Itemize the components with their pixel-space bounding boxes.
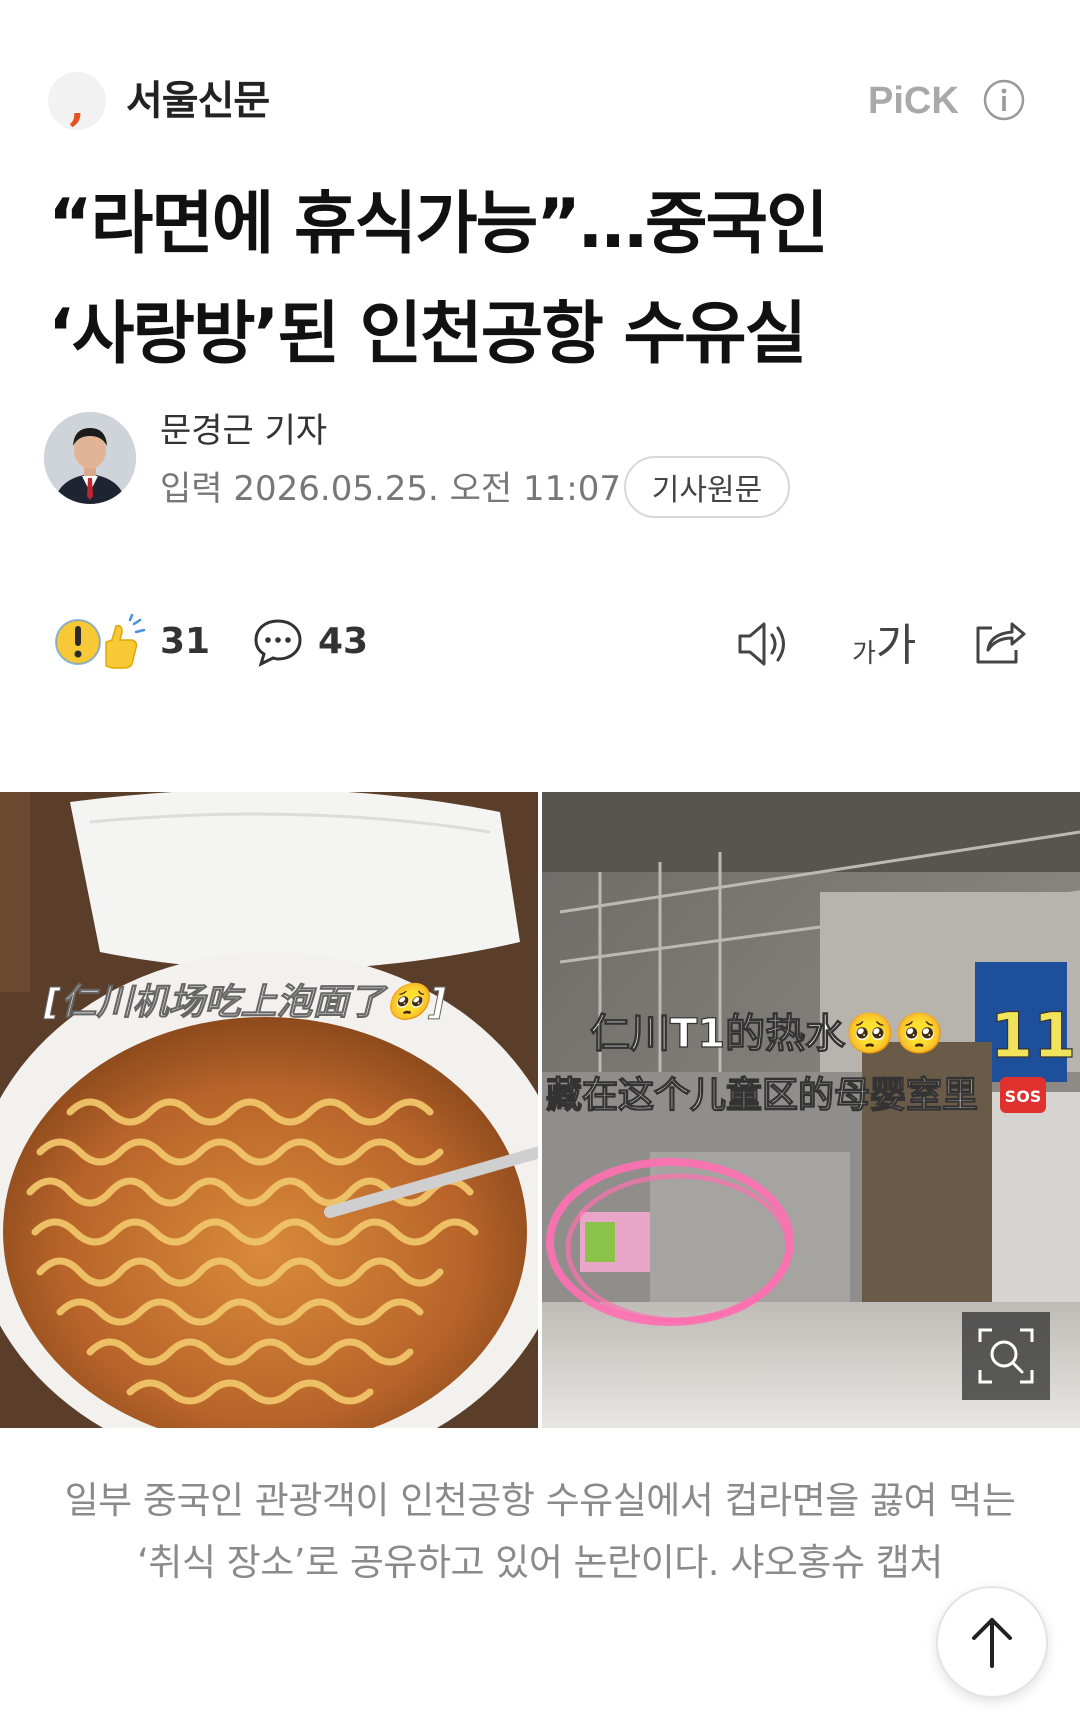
font-size-big-label: 가: [875, 620, 917, 671]
reaction-emoji-icon: [55, 614, 146, 669]
reporter-avatar[interactable]: [44, 412, 136, 504]
comment-button[interactable]: 43: [252, 614, 368, 670]
press-name[interactable]: 서울신문: [126, 72, 270, 130]
font-size-small-label: 가: [852, 639, 876, 669]
publish-date: 입력 2026.05.25. 오전 11:07: [160, 469, 622, 509]
headline-line-1: “라면에 휴식가능”…중국인: [48, 185, 829, 264]
share-icon[interactable]: [970, 612, 1028, 670]
right-overlay-number: 11: [990, 999, 1076, 1072]
comment-count: 43: [318, 621, 369, 662]
right-overlay-line-1: 仁川T1的热水🥺🥺: [590, 1011, 945, 1057]
zoom-icon: [978, 1328, 1034, 1384]
original-article-button[interactable]: 기사원문: [624, 456, 790, 518]
headline-line-2: ‘사랑방’된 인천공항 수유실: [48, 295, 807, 374]
seoul-shinmun-logo-icon: ,: [69, 80, 85, 131]
photo-caption: 일부 중국인 관광객이 인천공항 수유실에서 컵라면을 끓여 먹는 ‘취식 장소…: [64, 1479, 1016, 1584]
font-size-button[interactable]: 가 가: [852, 612, 916, 674]
sos-badge: SOS: [1005, 1087, 1042, 1106]
article-headline: “라면에 휴식가능”…중국인 ‘사랑방’된 인천공항 수유실: [48, 170, 1048, 390]
arrow-up-icon: [972, 1618, 1012, 1668]
info-icon[interactable]: [982, 78, 1026, 122]
press-logo[interactable]: ,: [48, 72, 106, 130]
right-overlay-line-2: 藏在这个儿童区的母婴室里: [546, 1074, 978, 1116]
scroll-top-button[interactable]: [936, 1586, 1048, 1698]
left-overlay-text: [仁川机场吃上泡面了🥺]: [43, 982, 446, 1023]
reporter-name[interactable]: 문경근 기자: [160, 408, 327, 454]
reaction-count: 31: [160, 621, 211, 662]
article-photo[interactable]: [仁川机场吃上泡面了🥺] 仁川T1的热水🥺🥺 11 藏在这个儿童区的母婴室里 S…: [0, 792, 1080, 1428]
reaction-button[interactable]: 31: [54, 614, 210, 670]
ramen-photo: [仁川机场吃上泡面了🥺]: [0, 792, 570, 1428]
comment-icon: [254, 619, 302, 667]
speaker-icon[interactable]: [734, 616, 794, 672]
pick-label: PiCK: [868, 80, 959, 122]
zoom-button[interactable]: [962, 1312, 1050, 1400]
article-header: , 서울신문 PiCK: [0, 0, 1080, 150]
